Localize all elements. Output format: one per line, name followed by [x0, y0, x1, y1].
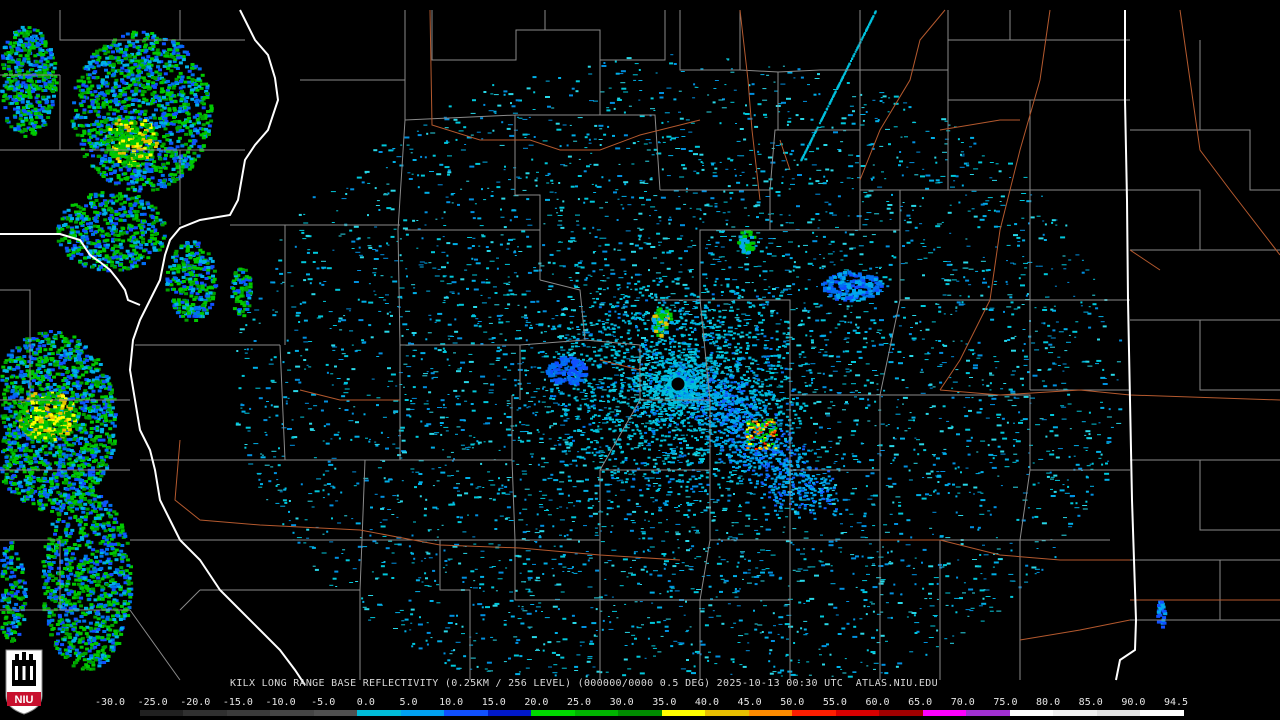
color-scale-swatch [400, 710, 445, 716]
color-scale-tick-label: 0.0 [356, 697, 375, 708]
radar-site-dot-icon [671, 377, 685, 391]
color-scale-swatch [966, 710, 1010, 716]
color-scale-swatch [270, 710, 314, 716]
color-scale-tick-label: 65.0 [908, 697, 933, 708]
color-scale-tick-label: -10.0 [265, 697, 296, 708]
color-scale-tick-label: -5.0 [311, 697, 336, 708]
color-scale-tick-label: 15.0 [481, 697, 506, 708]
color-scale-tick-label: 50.0 [780, 697, 805, 708]
color-scale-tick-label: -25.0 [137, 697, 168, 708]
color-scale-swatch [183, 710, 227, 716]
color-scale-swatch [1009, 710, 1054, 716]
color-scale-tick-label: -20.0 [180, 697, 211, 708]
color-scale-swatch [705, 710, 749, 716]
color-scale-tick-label: -30.0 [94, 697, 126, 708]
product-caption: KILX LONG RANGE BASE REFLECTIVITY (0.25K… [230, 678, 938, 689]
color-scale-tick-label: 5.0 [399, 697, 418, 708]
color-scale-swatch [444, 710, 488, 716]
color-scale-tick-label: 60.0 [865, 697, 890, 708]
color-scale-tick-label: 30.0 [609, 697, 634, 708]
color-scale-tick-label: -15.0 [222, 697, 253, 708]
color-scale-swatch [96, 710, 140, 716]
color-scale-tick-label: 20.0 [524, 697, 549, 708]
color-scale-swatch [661, 710, 706, 716]
color-scale-tick-label: 40.0 [694, 697, 719, 708]
color-scale-tick-label: 94.5 [1163, 697, 1189, 708]
color-scale-tick-label: 70.0 [950, 697, 975, 708]
color-scale-swatch [835, 710, 880, 716]
color-scale-swatch [748, 710, 793, 716]
niu-shield-icon: NIU [5, 649, 43, 715]
color-scale-swatch [139, 710, 184, 716]
color-scale-swatch [792, 710, 836, 716]
color-scale-tick-label: 35.0 [652, 697, 677, 708]
color-scale-tick-label: 10.0 [439, 697, 464, 708]
color-scale-tick-label: 55.0 [822, 697, 847, 708]
color-scale-swatch [618, 710, 662, 716]
highways [174, 9, 1280, 641]
color-scale-swatch [1140, 710, 1184, 716]
color-scale-swatch [1096, 710, 1141, 716]
color-scale-tick-label: 80.0 [1036, 697, 1061, 708]
color-scale-swatch [487, 710, 532, 716]
color-scale-swatch [357, 710, 401, 716]
logo-text: NIU [15, 694, 34, 706]
color-scale-swatch [1053, 710, 1097, 716]
color-scale-tick-label: 45.0 [737, 697, 762, 708]
radar-map [0, 0, 1280, 720]
color-scale-swatch [531, 710, 575, 716]
color-scale-bar [96, 710, 1184, 716]
color-scale-swatch [226, 710, 271, 716]
color-scale-tick-label: 90.0 [1121, 697, 1146, 708]
color-scale-swatch [574, 710, 619, 716]
color-scale-tick-label: 75.0 [993, 697, 1018, 708]
color-scale-swatch [313, 710, 358, 716]
color-scale-labels: -30.0 -25.0 -20.0 -15.0 -10.0 -5.0 0.0 5.0 10.0 1… [0, 697, 1280, 709]
color-scale-tick-label: 85.0 [1078, 697, 1103, 708]
reflectivity-echoes [0, 10, 1168, 678]
color-scale-tick-label: 25.0 [566, 697, 592, 708]
color-scale-swatch [922, 710, 967, 716]
color-scale-swatch [879, 710, 923, 716]
county-borders [0, 10, 1280, 681]
